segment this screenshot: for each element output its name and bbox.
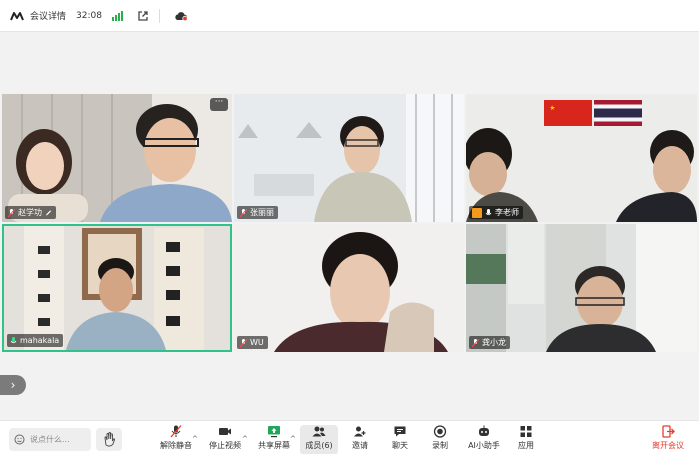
participant-name: mahakala	[20, 336, 60, 345]
apps-label: 应用	[518, 441, 534, 450]
participant-nametag: 李老师	[469, 206, 523, 219]
members-button[interactable]: 成员(6)	[300, 425, 338, 454]
invite-button[interactable]: 邀请	[346, 425, 374, 454]
leave-icon	[662, 425, 675, 438]
video-grid: ··· 赵学功 张丽丽 李老师 mahakala WU 龚小龙	[2, 94, 697, 354]
participant-name: 赵学功	[18, 208, 42, 217]
share-screen-label: 共享屏幕	[258, 441, 290, 450]
stop-video-label: 停止视频	[209, 441, 241, 450]
record-label: 录制	[432, 441, 448, 450]
members-icon	[312, 426, 326, 437]
record-button[interactable]: 录制	[426, 425, 454, 454]
pen-icon	[45, 209, 52, 216]
record-icon	[433, 425, 447, 438]
participant-nametag: 赵学功	[5, 206, 56, 219]
participant-video	[4, 226, 230, 350]
participant-name: 龚小龙	[482, 338, 506, 347]
participant-video	[2, 94, 232, 222]
participant-nametag: mahakala	[7, 334, 64, 347]
stop-video-button[interactable]: 停止视频	[207, 425, 243, 454]
raise-hand-button[interactable]	[96, 428, 122, 451]
mic-muted-icon	[240, 208, 247, 217]
toolbar-divider	[158, 8, 160, 23]
app-logo-icon	[10, 11, 24, 20]
expand-sidebar-button[interactable]: ›	[0, 375, 26, 395]
video-tile[interactable]: 龚小龙	[466, 224, 697, 352]
top-bar: 会议详情 32:08	[0, 0, 699, 32]
leave-meeting-label: 离开会议	[652, 441, 684, 450]
mic-muted-icon	[8, 208, 15, 217]
participant-name: 张丽丽	[250, 208, 274, 217]
camera-icon	[219, 428, 231, 435]
chat-placeholder: 说点什么...	[30, 435, 70, 444]
apps-button[interactable]: 应用	[512, 425, 540, 454]
participant-nametag: WU	[237, 336, 268, 349]
members-label: 成员(6)	[305, 441, 333, 450]
ai-robot-icon	[479, 425, 489, 436]
participant-video	[234, 224, 464, 352]
ai-assistant-button[interactable]: AI小助手	[466, 425, 502, 454]
share-screen-icon	[268, 426, 280, 438]
video-tile-active-speaker[interactable]: mahakala	[2, 224, 232, 352]
participant-name: 李老师	[495, 208, 519, 217]
audio-options-caret[interactable]: ^	[192, 435, 198, 443]
mic-on-icon	[485, 208, 492, 215]
mic-muted-icon	[240, 338, 247, 347]
video-tile[interactable]: 李老师	[466, 94, 697, 222]
ai-assistant-label: AI小助手	[468, 441, 500, 450]
participant-nametag: 龚小龙	[469, 336, 510, 349]
host-badge-icon	[472, 207, 482, 218]
participant-nametag: 张丽丽	[237, 206, 278, 219]
share-screen-button[interactable]: 共享屏幕	[256, 425, 292, 454]
chat-icon	[394, 426, 406, 437]
invite-label: 邀请	[352, 441, 368, 450]
raise-hand-icon	[104, 432, 116, 447]
participant-video	[466, 94, 697, 222]
invite-user-icon	[354, 426, 366, 437]
chat-button[interactable]: 聊天	[386, 425, 414, 454]
external-window-icon[interactable]	[137, 10, 149, 22]
cloud-record-icon[interactable]	[174, 10, 188, 22]
share-options-caret[interactable]: ^	[290, 435, 296, 443]
participant-video	[234, 94, 464, 222]
video-tile[interactable]: ··· 赵学功	[2, 94, 232, 222]
unmute-button[interactable]: 解除静音	[158, 425, 194, 454]
emoji-icon[interactable]	[14, 434, 25, 445]
video-tile[interactable]: 张丽丽	[234, 94, 464, 222]
leave-meeting-button[interactable]: 离开会议	[648, 425, 688, 454]
participant-video	[466, 224, 697, 352]
meeting-details-link[interactable]: 会议详情	[30, 9, 66, 22]
video-tile[interactable]: WU	[234, 224, 464, 352]
meeting-timer: 32:08	[76, 10, 102, 21]
apps-grid-icon	[520, 426, 532, 437]
bottom-toolbar: 说点什么... 解除静音 ^ 停止视频 ^ 共享屏幕 ^ 成员(6) 邀请 聊天…	[0, 420, 699, 454]
mic-muted-icon	[170, 425, 182, 438]
participant-name: WU	[250, 338, 264, 347]
mic-speaking-icon	[10, 336, 17, 343]
quick-chat-input[interactable]: 说点什么...	[9, 428, 91, 451]
unmute-label: 解除静音	[160, 441, 192, 450]
more-options-button[interactable]: ···	[210, 98, 228, 111]
chat-label: 聊天	[392, 441, 408, 450]
signal-strength-icon[interactable]	[111, 10, 123, 21]
video-options-caret[interactable]: ^	[242, 435, 248, 443]
mic-muted-icon	[472, 338, 479, 347]
